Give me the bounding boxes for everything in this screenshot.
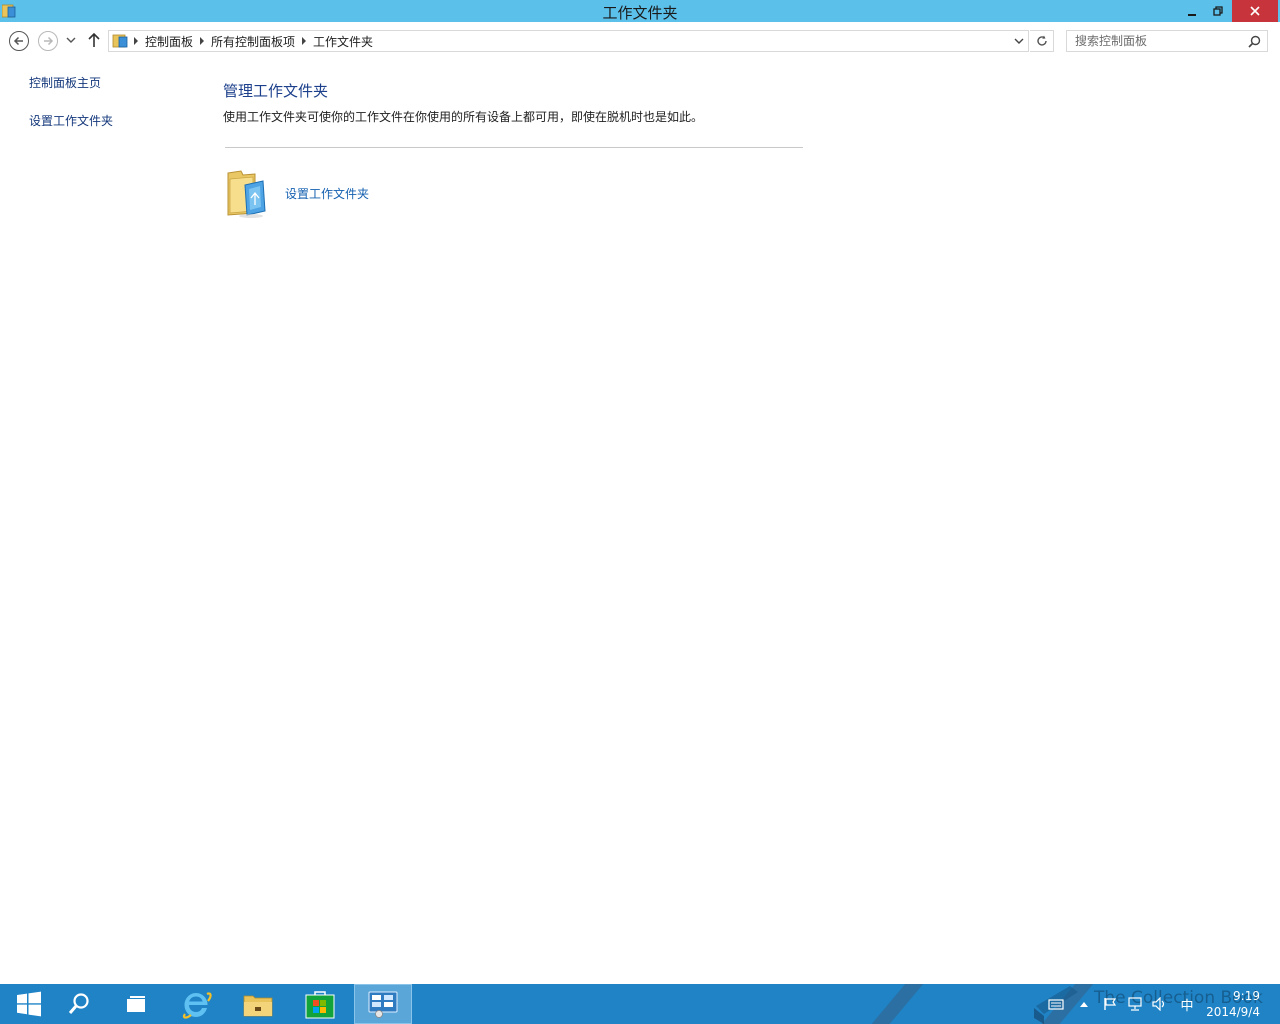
setup-work-folders-link[interactable]: 设置工作文件夹 xyxy=(285,185,369,202)
work-folders-icon[interactable] xyxy=(225,167,271,219)
main-content: 管理工作文件夹 使用工作文件夹可使你的工作文件在你使用的所有设备上都可用，即使在… xyxy=(223,80,703,125)
task-view-button[interactable] xyxy=(107,984,165,1024)
control-panel-home-link[interactable]: 控制面板主页 xyxy=(29,74,113,91)
up-arrow-icon[interactable] xyxy=(87,32,101,48)
chevron-right-icon xyxy=(302,37,307,45)
chevron-up-icon xyxy=(1080,1002,1088,1007)
volume-button[interactable] xyxy=(1150,984,1170,1024)
input-method-indicator[interactable]: 中 xyxy=(1176,984,1198,1024)
minimize-icon xyxy=(1188,14,1196,16)
page-description: 使用工作文件夹可使你的工作文件在你使用的所有设备上都可用，即使在脱机时也是如此。 xyxy=(223,110,704,124)
action-center-flag-button[interactable] xyxy=(1101,984,1119,1024)
chevron-right-icon xyxy=(200,37,205,45)
refresh-icon xyxy=(1036,35,1047,46)
section-divider xyxy=(225,147,803,148)
back-button[interactable] xyxy=(9,31,29,51)
action-center-button[interactable] xyxy=(1046,984,1066,1024)
control-panel-taskbar-button[interactable] xyxy=(354,984,412,1024)
breadcrumb-separator[interactable] xyxy=(130,31,142,51)
navigation-bar: 控制面板 所有控制面板项 工作文件夹 xyxy=(0,22,1280,58)
windows-logo-icon xyxy=(17,991,41,1017)
forward-button[interactable] xyxy=(38,31,58,51)
control-panel-location-icon xyxy=(112,34,128,48)
chevron-down-icon[interactable] xyxy=(1014,36,1024,46)
breadcrumb-work-folders[interactable]: 工作文件夹 xyxy=(310,33,376,50)
search-input[interactable] xyxy=(1075,32,1245,50)
setup-work-folders-side-link[interactable]: 设置工作文件夹 xyxy=(29,112,113,129)
close-button[interactable] xyxy=(1232,0,1278,22)
recent-locations-chevron-icon[interactable] xyxy=(66,36,76,44)
breadcrumb-separator[interactable] xyxy=(298,31,310,51)
keyboard-icon xyxy=(1048,999,1064,1010)
file-explorer-button[interactable] xyxy=(229,984,287,1024)
search-taskbar-button[interactable] xyxy=(50,984,108,1024)
store-icon xyxy=(305,991,335,1019)
title-bar: 工作文件夹 xyxy=(0,0,1280,22)
left-navigation-pane: 控制面板主页 设置工作文件夹 xyxy=(29,74,113,150)
store-button[interactable] xyxy=(291,984,349,1024)
task-view-icon xyxy=(127,996,145,1012)
network-icon xyxy=(1128,997,1142,1011)
show-hidden-icons-button[interactable] xyxy=(1076,984,1092,1024)
taskbar-decoration xyxy=(854,984,924,1024)
refresh-button[interactable] xyxy=(1030,30,1054,52)
internet-explorer-icon xyxy=(182,992,212,1019)
restore-icon xyxy=(1213,6,1223,16)
internet-explorer-button[interactable] xyxy=(167,984,225,1024)
breadcrumb-all-control-panel-items[interactable]: 所有控制面板项 xyxy=(208,33,298,50)
system-clock[interactable]: 9:19 2014/9/4 xyxy=(1206,988,1260,1020)
search-icon xyxy=(68,993,89,1014)
network-button[interactable] xyxy=(1125,984,1145,1024)
file-explorer-icon xyxy=(243,995,273,1017)
setup-work-folders-task[interactable]: 设置工作文件夹 xyxy=(225,167,369,219)
flag-icon xyxy=(1104,998,1117,1010)
search-box[interactable] xyxy=(1066,30,1268,52)
restore-button[interactable] xyxy=(1205,0,1231,22)
control-panel-icon xyxy=(368,991,398,1018)
taskbar: The Collection Book 中 9:19 2014/9/4 xyxy=(0,984,1280,1024)
clock-time: 9:19 xyxy=(1233,989,1260,1003)
page-title: 管理工作文件夹 xyxy=(223,82,329,100)
forward-arrow-icon xyxy=(44,36,54,46)
address-bar[interactable]: 控制面板 所有控制面板项 工作文件夹 xyxy=(108,30,1029,52)
back-arrow-icon xyxy=(13,36,23,46)
breadcrumb-separator[interactable] xyxy=(196,31,208,51)
window-title: 工作文件夹 xyxy=(602,4,678,22)
minimize-button[interactable] xyxy=(1180,0,1204,22)
chevron-right-icon xyxy=(134,37,138,45)
search-icon[interactable] xyxy=(1248,35,1261,48)
breadcrumb-control-panel[interactable]: 控制面板 xyxy=(142,33,196,50)
speaker-icon xyxy=(1152,997,1165,1011)
close-icon xyxy=(1250,6,1260,16)
clock-date: 2014/9/4 xyxy=(1206,1005,1260,1019)
